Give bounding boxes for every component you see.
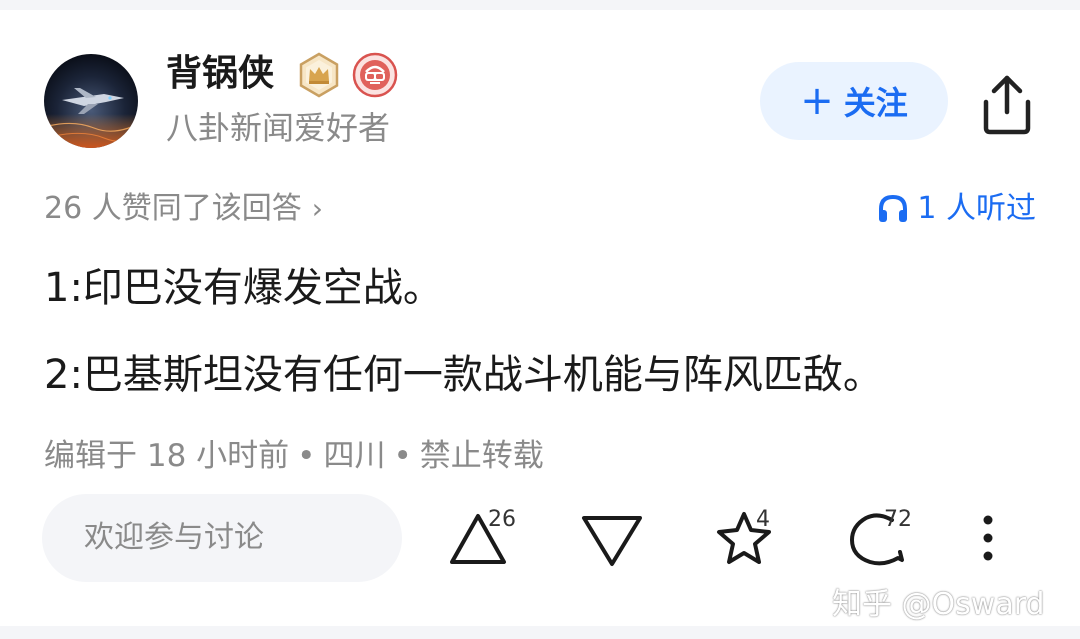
- answer-meta: 编辑于 18 小时前 • 四川 • 禁止转载: [44, 434, 544, 478]
- location: 四川: [323, 438, 386, 474]
- follow-button-label: 关注: [843, 84, 908, 122]
- author-name[interactable]: 背锅侠: [166, 50, 274, 98]
- chevron-right-icon: ›: [311, 192, 323, 225]
- edited-time: 编辑于 18 小时前: [44, 438, 290, 474]
- vr-headset-badge-icon[interactable]: [352, 52, 398, 98]
- comment-count: 72: [884, 507, 912, 532]
- answer-paragraph: 2:巴基斯坦没有任何一款战斗机能与阵风匹敌。: [44, 352, 883, 398]
- author-bio: 八卦新闻爱好者: [166, 109, 391, 147]
- triangle-down-icon: [582, 516, 642, 566]
- headphones-icon: [879, 194, 908, 222]
- upvote-count: 26: [488, 507, 516, 532]
- separator: •: [297, 438, 316, 474]
- crown-badge-icon[interactable]: [296, 52, 342, 98]
- more-vertical-icon: [983, 515, 993, 561]
- vote-count-text: 26 人赞同了该回答: [44, 191, 302, 226]
- downvote-button[interactable]: [580, 506, 644, 570]
- follow-button[interactable]: + 关注: [760, 62, 948, 140]
- plus-icon: +: [800, 78, 834, 124]
- watermark: 知乎 @Osward: [832, 587, 1045, 622]
- favorite-count: 4: [756, 507, 770, 532]
- vote-count-link[interactable]: 26 人赞同了该回答 ›: [44, 188, 323, 230]
- listened-text: 1 人听过: [917, 191, 1036, 226]
- more-button[interactable]: [958, 506, 1018, 570]
- listened-count[interactable]: 1 人听过: [877, 188, 1036, 230]
- copyright-notice: 禁止转载: [419, 438, 544, 474]
- separator: •: [393, 438, 412, 474]
- comment-input[interactable]: 欢迎参与讨论: [42, 494, 402, 582]
- avatar[interactable]: [44, 54, 138, 148]
- answer-paragraph: 1:印巴没有爆发空战。: [44, 265, 443, 311]
- answer-card: 背锅侠 八卦新闻爱好者 + 关注 26 人赞同了该回答 › 1 人听过 1:印巴…: [0, 10, 1080, 626]
- share-icon[interactable]: [978, 72, 1036, 136]
